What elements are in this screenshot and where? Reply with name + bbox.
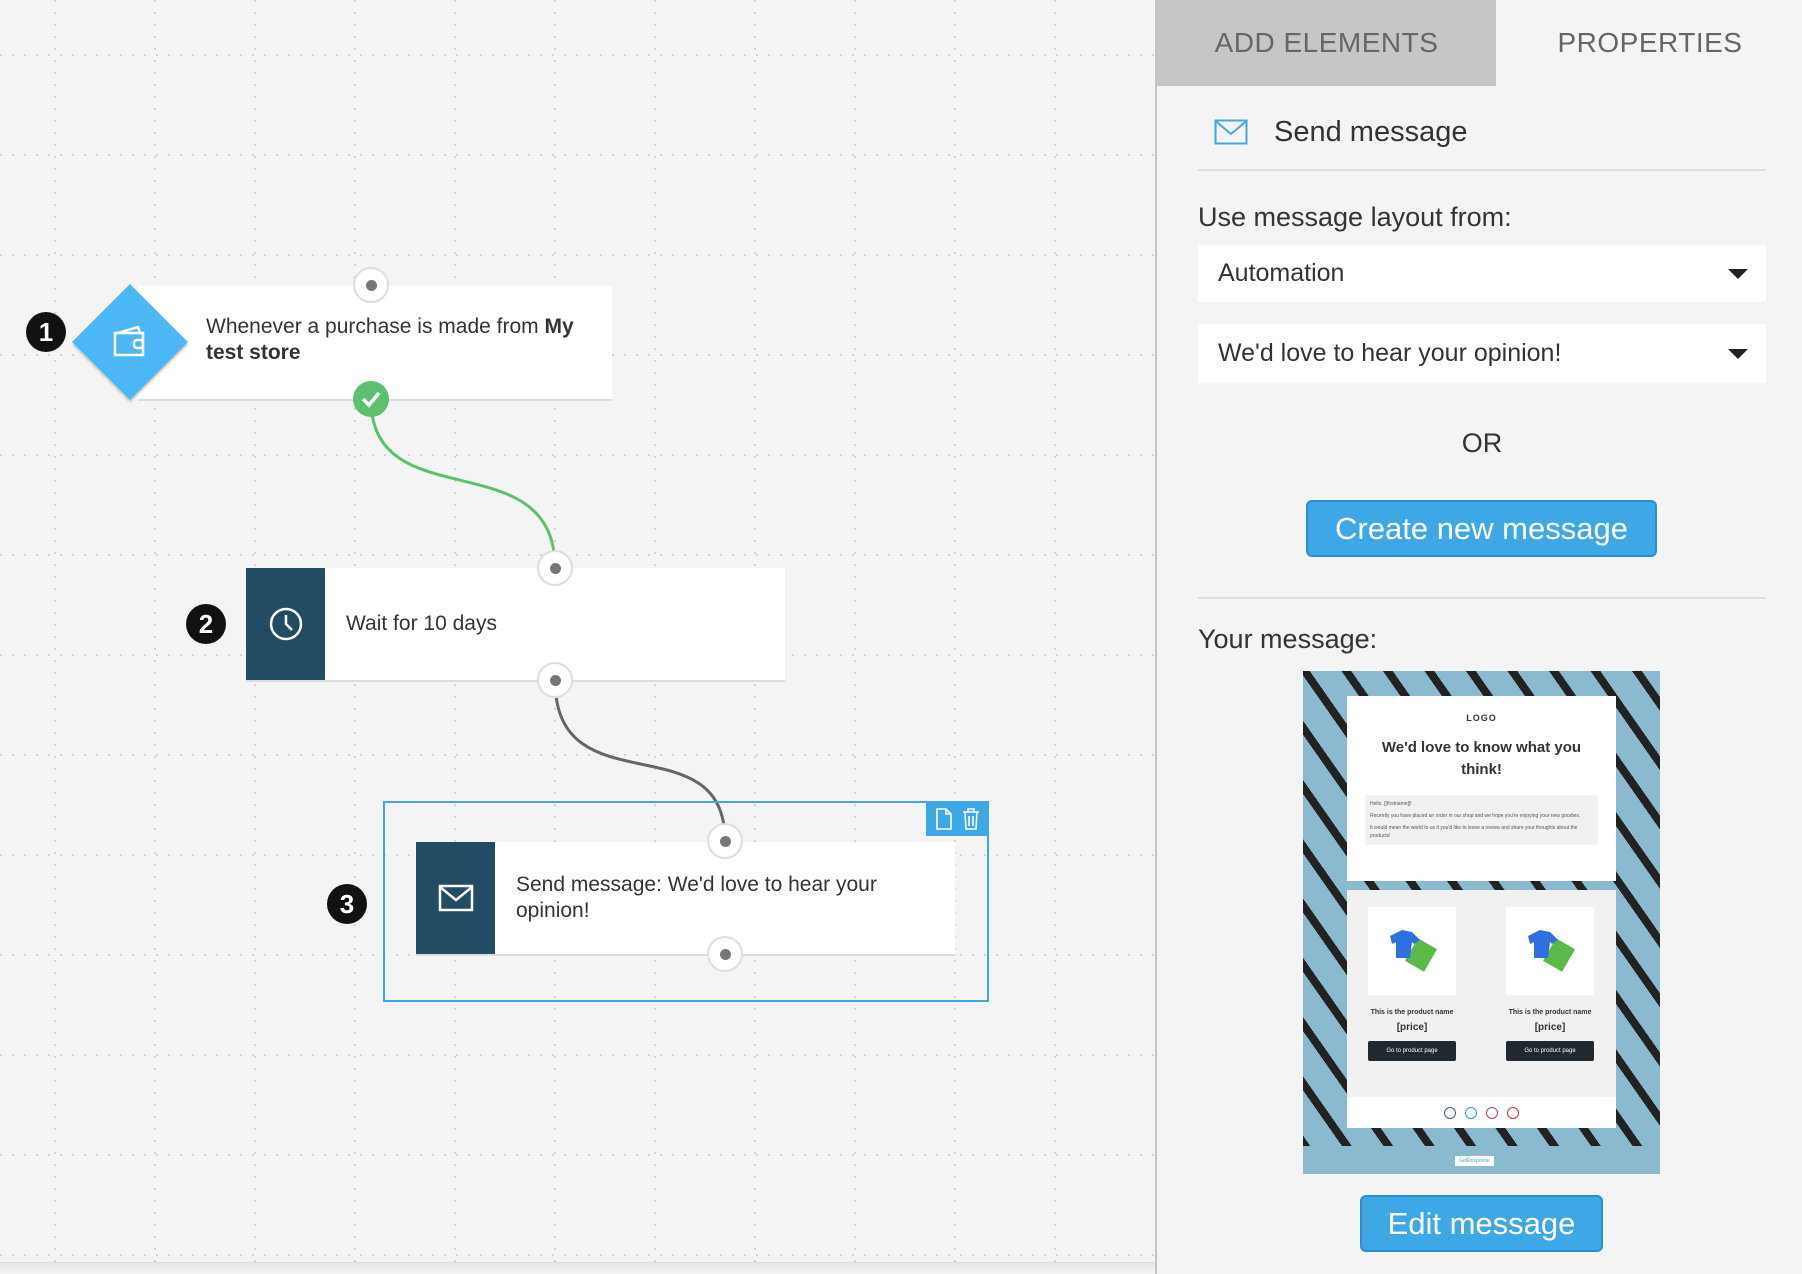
selected-value: Automation — [1218, 259, 1345, 287]
brand-badge: GetResponse — [1455, 1156, 1494, 1166]
message-preview[interactable]: LOGO We'd love to know what you think! H… — [1303, 671, 1660, 1174]
product-name: This is the product name — [1508, 1009, 1592, 1016]
panel-header: Send message — [1274, 116, 1468, 148]
dropdown-caret-icon — [1728, 348, 1748, 359]
step-number-badge: 3 — [327, 884, 367, 924]
preview-title: We'd love to know what you think! — [1381, 739, 1582, 778]
product-page-button: Go to product page — [1506, 1041, 1594, 1061]
facebook-icon — [1444, 1106, 1456, 1119]
instagram-icon — [1486, 1106, 1498, 1119]
preview-greeting: Hello, [[firstname]]! — [1370, 801, 1412, 807]
twitter-icon — [1465, 1106, 1477, 1119]
send-message-node[interactable]: Send message: We'd love to hear your opi… — [416, 842, 955, 954]
envelope-icon — [1214, 119, 1248, 145]
preview-paragraph: Recently you have placed an order in our… — [1370, 813, 1581, 819]
preview-footer: GetResponse — [1303, 1146, 1660, 1174]
canvas-scrollbar[interactable] — [0, 1262, 1155, 1274]
preview-body: Hello, [[firstname]]! Recently you have … — [1365, 795, 1598, 845]
output-connector[interactable] — [707, 936, 743, 972]
product-card: This is the product name [price] Go to p… — [1506, 907, 1594, 1061]
node-toolbar — [926, 802, 988, 836]
product-price: [price] — [1396, 1022, 1428, 1033]
selected-value: We'd love to hear your opinion! — [1218, 339, 1562, 367]
preview-header: LOGO We'd love to know what you think! H… — [1347, 696, 1616, 881]
node-text: Send message: We'd love to hear your opi… — [516, 873, 877, 922]
or-separator: OR — [1461, 428, 1503, 458]
tab-add-elements[interactable]: ADD ELEMENTS — [1157, 0, 1496, 86]
layout-message-select[interactable]: We'd love to hear your opinion! — [1198, 324, 1766, 383]
youtube-icon — [1507, 1106, 1519, 1119]
preview-products: This is the product name [price] Go to p… — [1347, 890, 1616, 1097]
divider — [1198, 597, 1766, 599]
input-connector[interactable] — [537, 550, 573, 586]
connection-1-2 — [369, 398, 557, 569]
properties-panel: ADD ELEMENTS PROPERTIES Send message Use… — [1155, 0, 1802, 1274]
product-card: This is the product name [price] Go to p… — [1368, 907, 1456, 1061]
check-icon[interactable] — [353, 381, 389, 417]
wallet-icon — [113, 325, 145, 357]
product-price: [price] — [1534, 1022, 1566, 1033]
divider — [1198, 169, 1766, 171]
tab-properties[interactable]: PROPERTIES — [1496, 0, 1802, 86]
wait-node[interactable]: Wait for 10 days — [246, 568, 785, 680]
duplicate-icon[interactable] — [935, 808, 953, 830]
product-page-button: Go to product page — [1368, 1041, 1456, 1061]
trash-icon[interactable] — [962, 808, 980, 830]
edit-message-button[interactable]: Edit message — [1360, 1195, 1603, 1252]
product-name: This is the product name — [1370, 1009, 1454, 1016]
step-number-badge: 1 — [26, 312, 66, 352]
preview-social — [1347, 1097, 1616, 1128]
preview-logo: LOGO — [1466, 713, 1497, 723]
preview-paragraph: It would mean the world to us if you'd l… — [1370, 825, 1578, 839]
workflow-canvas[interactable]: 1 Whenever a purchase is made from My te… — [0, 0, 1155, 1264]
input-connector[interactable] — [707, 823, 743, 859]
wait-icon-box — [246, 568, 325, 680]
output-connector[interactable] — [537, 662, 573, 698]
product-image — [1368, 907, 1456, 995]
node-text: Whenever a purchase is made from — [206, 315, 545, 338]
message-icon-box — [416, 842, 495, 954]
product-image — [1506, 907, 1594, 995]
step-number-badge: 2 — [186, 604, 226, 644]
dropdown-caret-icon — [1728, 268, 1748, 279]
create-new-message-button[interactable]: Create new message — [1306, 500, 1657, 557]
node-text: Wait for 10 days — [346, 612, 497, 635]
your-message-label: Your message: — [1198, 624, 1378, 654]
envelope-icon — [438, 884, 473, 912]
layout-source-select[interactable]: Automation — [1198, 245, 1766, 302]
layout-label: Use message layout from: — [1198, 202, 1512, 232]
clock-icon — [269, 607, 302, 641]
input-connector[interactable] — [353, 267, 389, 303]
